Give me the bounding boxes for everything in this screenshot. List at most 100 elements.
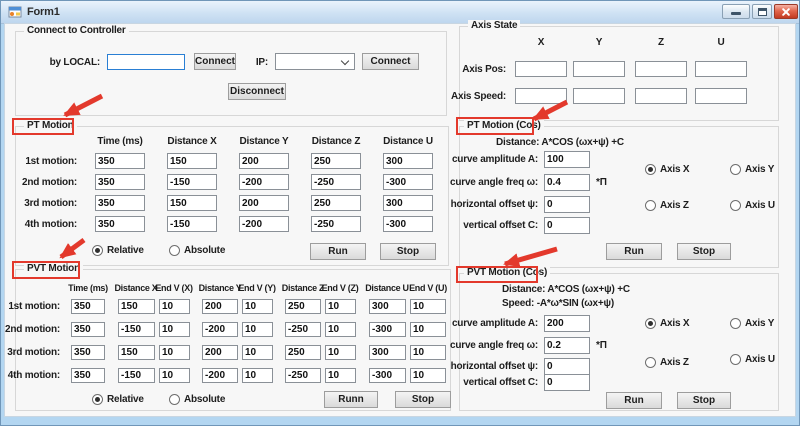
pvt-cell-input[interactable] <box>285 345 321 360</box>
pvt-cell-input[interactable] <box>410 299 446 314</box>
connect-ip-button[interactable]: Connect <box>362 53 419 70</box>
pt-relative-label[interactable]: Relative <box>107 245 144 256</box>
pt-cell-input[interactable] <box>167 174 217 190</box>
pvt-cell-input[interactable] <box>285 299 321 314</box>
pvt-cell-input[interactable] <box>159 345 190 360</box>
pt-cell-input[interactable] <box>167 195 217 211</box>
axis-speed-input[interactable] <box>635 88 687 104</box>
pt-cos-axis-x-label[interactable]: Axis X <box>660 164 689 175</box>
pvt-cell-input[interactable] <box>159 368 190 383</box>
pt-cos-run-button[interactable]: Run <box>606 243 662 260</box>
pvt-cell-input[interactable] <box>202 368 238 383</box>
pvt-cell-input[interactable] <box>285 322 321 337</box>
pvt-cos-axis-y-label[interactable]: Axis Y <box>745 318 774 329</box>
ip-combobox[interactable] <box>275 53 355 70</box>
pvt-cos-field-input[interactable] <box>544 374 590 391</box>
pvt-cos-axis-z-label[interactable]: Axis Z <box>660 357 689 368</box>
pvt-cell-input[interactable] <box>118 299 155 314</box>
pt-relative-radio[interactable] <box>92 245 103 256</box>
minimize-button[interactable] <box>722 4 750 19</box>
pvt-relative-label[interactable]: Relative <box>107 394 144 405</box>
pt-cell-input[interactable] <box>311 195 361 211</box>
pt-cell-input[interactable] <box>95 174 145 190</box>
pvt-cell-input[interactable] <box>285 368 321 383</box>
pvt-cell-input[interactable] <box>410 322 446 337</box>
pt-cos-axis-z-label[interactable]: Axis Z <box>660 200 689 211</box>
pvt-cos-axis-u-radio[interactable] <box>730 354 741 365</box>
pvt-cell-input[interactable] <box>242 345 273 360</box>
pvt-stop-button[interactable]: Stop <box>395 391 451 408</box>
axis-pos-input[interactable] <box>515 61 567 77</box>
pvt-cell-input[interactable] <box>242 299 273 314</box>
pvt-cell-input[interactable] <box>369 322 406 337</box>
pt-cos-axis-u-radio[interactable] <box>730 200 741 211</box>
pt-cell-input[interactable] <box>383 195 433 211</box>
pvt-cos-field-input[interactable] <box>544 337 590 354</box>
pvt-cell-input[interactable] <box>118 345 155 360</box>
pvt-cos-axis-z-radio[interactable] <box>645 357 656 368</box>
pvt-cell-input[interactable] <box>369 368 406 383</box>
pt-absolute-label[interactable]: Absolute <box>184 245 225 256</box>
pvt-cell-input[interactable] <box>369 299 406 314</box>
pt-stop-button[interactable]: Stop <box>380 243 436 260</box>
pt-cos-stop-button[interactable]: Stop <box>677 243 731 260</box>
axis-pos-input[interactable] <box>573 61 625 77</box>
pt-cos-axis-u-label[interactable]: Axis U <box>745 200 775 211</box>
pt-cell-input[interactable] <box>311 153 361 169</box>
pt-cell-input[interactable] <box>383 153 433 169</box>
pvt-cell-input[interactable] <box>242 322 273 337</box>
axis-pos-input[interactable] <box>635 61 687 77</box>
pvt-cell-input[interactable] <box>71 368 105 383</box>
pt-cell-input[interactable] <box>95 195 145 211</box>
pt-cell-input[interactable] <box>239 195 289 211</box>
pvt-cell-input[interactable] <box>325 322 356 337</box>
pvt-cell-input[interactable] <box>202 345 238 360</box>
maximize-button[interactable] <box>752 4 772 19</box>
pt-cell-input[interactable] <box>167 153 217 169</box>
pt-cos-field-input[interactable] <box>544 217 590 234</box>
pt-cos-field-input[interactable] <box>544 174 590 191</box>
pvt-cos-axis-y-radio[interactable] <box>730 318 741 329</box>
pvt-absolute-label[interactable]: Absolute <box>184 394 225 405</box>
connect-local-button[interactable]: Connect <box>194 53 236 70</box>
axis-speed-input[interactable] <box>515 88 567 104</box>
pvt-cell-input[interactable] <box>71 299 105 314</box>
pvt-cell-input[interactable] <box>118 322 155 337</box>
pvt-cos-axis-u-label[interactable]: Axis U <box>745 354 775 365</box>
pt-cos-axis-y-label[interactable]: Axis Y <box>745 164 774 175</box>
pvt-run-button[interactable]: Runn <box>324 391 378 408</box>
pt-cell-input[interactable] <box>311 216 361 232</box>
pvt-cell-input[interactable] <box>118 368 155 383</box>
pt-cell-input[interactable] <box>167 216 217 232</box>
title-bar[interactable]: Form1 <box>1 1 799 24</box>
pvt-cell-input[interactable] <box>325 345 356 360</box>
pt-absolute-radio[interactable] <box>169 245 180 256</box>
pt-cell-input[interactable] <box>239 153 289 169</box>
pt-cell-input[interactable] <box>383 216 433 232</box>
pvt-cell-input[interactable] <box>410 368 446 383</box>
pvt-cos-field-input[interactable] <box>544 315 590 332</box>
pvt-cos-stop-button[interactable]: Stop <box>677 392 731 409</box>
pvt-cell-input[interactable] <box>159 322 190 337</box>
pvt-cos-axis-x-label[interactable]: Axis X <box>660 318 689 329</box>
pt-cell-input[interactable] <box>239 216 289 232</box>
disconnect-button[interactable]: Disconnect <box>228 83 286 100</box>
pvt-cell-input[interactable] <box>242 368 273 383</box>
pt-run-button[interactable]: Run <box>310 243 366 260</box>
pvt-cell-input[interactable] <box>325 299 356 314</box>
axis-speed-input[interactable] <box>573 88 625 104</box>
pvt-cell-input[interactable] <box>71 322 105 337</box>
pvt-cell-input[interactable] <box>410 345 446 360</box>
pvt-cos-axis-x-radio[interactable] <box>645 318 656 329</box>
pvt-cos-field-input[interactable] <box>544 358 590 375</box>
pt-cos-field-input[interactable] <box>544 196 590 213</box>
pt-cos-axis-y-radio[interactable] <box>730 164 741 175</box>
close-button[interactable] <box>774 4 798 19</box>
pt-cell-input[interactable] <box>311 174 361 190</box>
pt-cell-input[interactable] <box>383 174 433 190</box>
pt-cell-input[interactable] <box>95 153 145 169</box>
pvt-relative-radio[interactable] <box>92 394 103 405</box>
axis-speed-input[interactable] <box>695 88 747 104</box>
pt-cell-input[interactable] <box>95 216 145 232</box>
local-input[interactable] <box>107 54 185 70</box>
